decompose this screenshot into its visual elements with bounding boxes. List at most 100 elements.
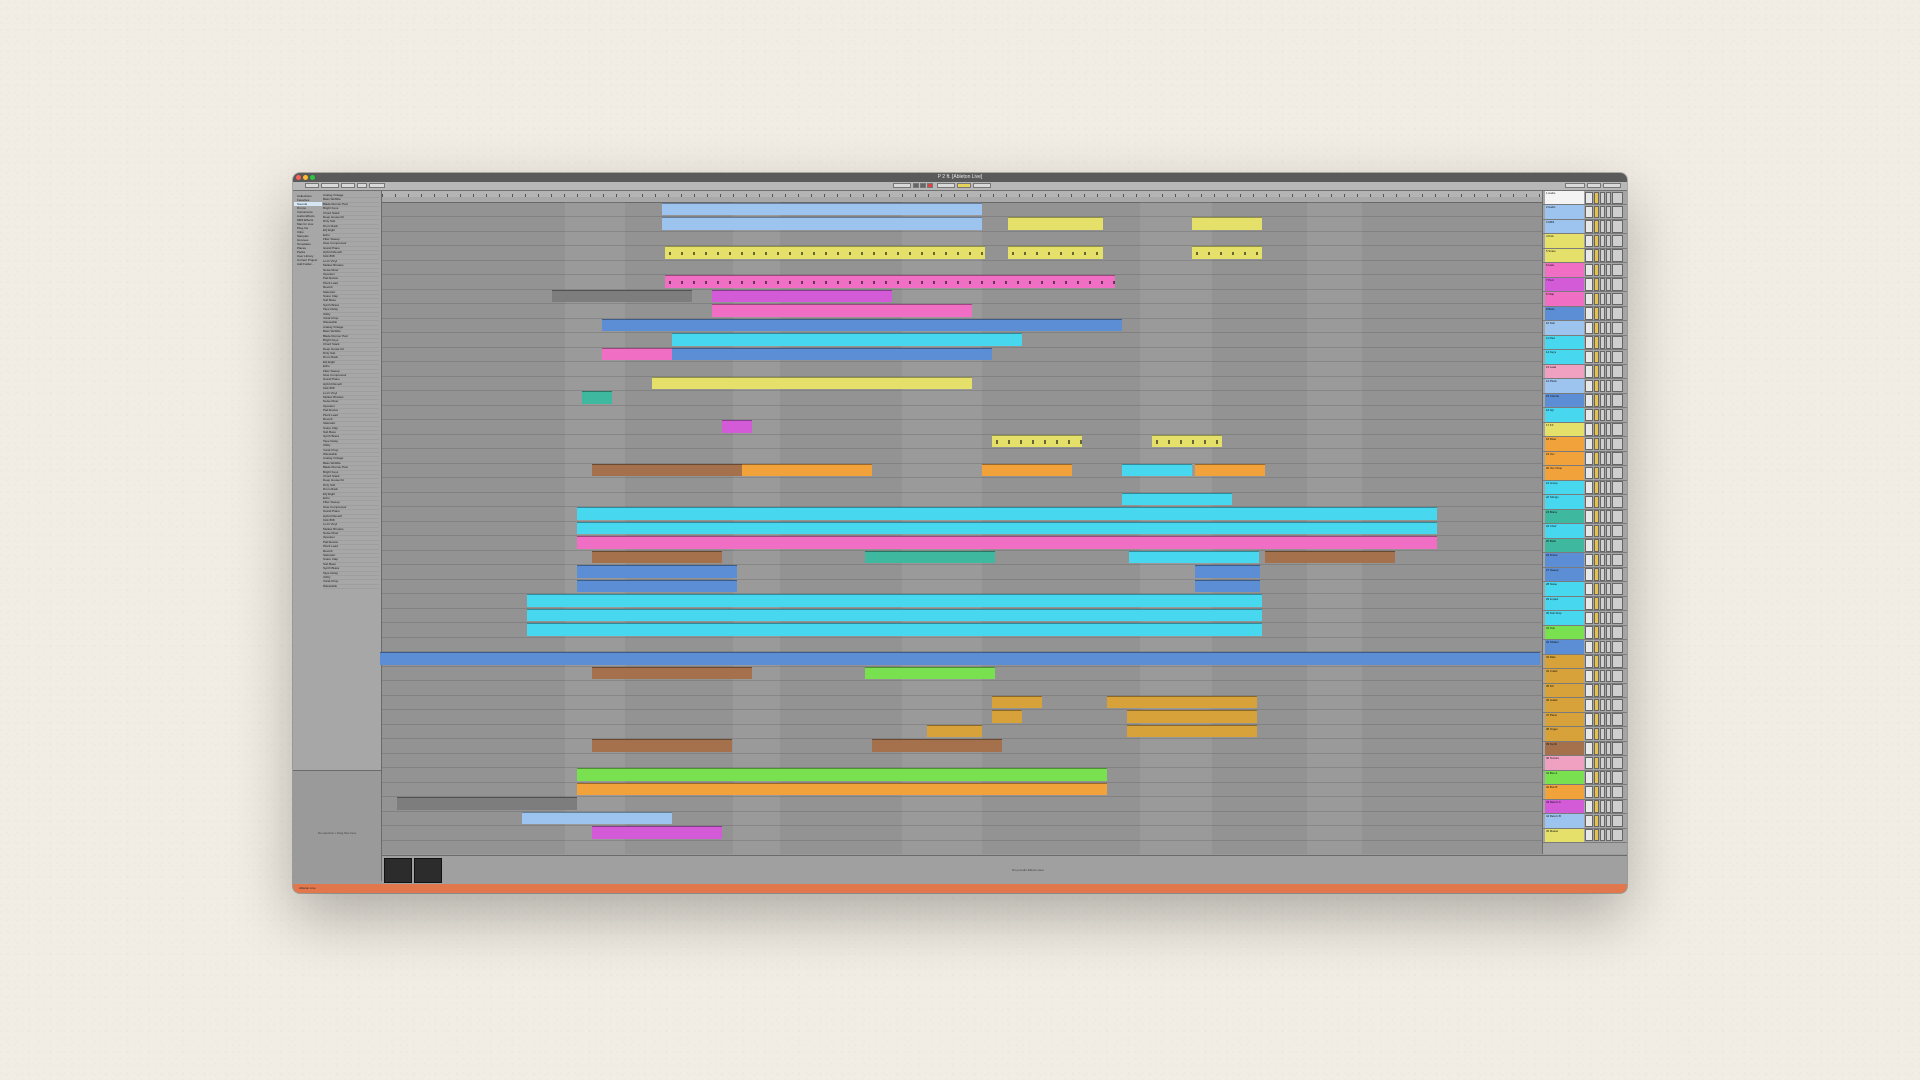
track-name[interactable]: 18 Riser xyxy=(1545,437,1584,451)
arm-button[interactable] xyxy=(1606,742,1611,755)
track-volume[interactable] xyxy=(1585,698,1593,712)
track-header[interactable]: 14 Pluck xyxy=(1543,379,1627,394)
track-activator-button[interactable] xyxy=(1594,611,1599,625)
solo-button[interactable] xyxy=(1600,350,1605,364)
track-activator-button[interactable] xyxy=(1594,220,1599,233)
arm-button[interactable] xyxy=(1606,495,1611,509)
arrangement-clip[interactable] xyxy=(665,246,985,259)
track-header[interactable]: 2 Audio xyxy=(1543,205,1627,220)
track-header[interactable]: 6 Hats xyxy=(1543,263,1627,278)
input-routing[interactable] xyxy=(1612,481,1623,494)
solo-button[interactable] xyxy=(1600,698,1605,712)
input-routing[interactable] xyxy=(1612,800,1623,813)
arrangement-clip[interactable] xyxy=(992,434,1082,448)
input-routing[interactable] xyxy=(1612,292,1623,306)
track-name[interactable]: 33 Ride xyxy=(1545,654,1584,669)
arrangement-clip[interactable] xyxy=(927,724,982,738)
solo-button[interactable] xyxy=(1600,394,1605,407)
solo-button[interactable] xyxy=(1600,307,1605,320)
track-volume[interactable] xyxy=(1585,626,1593,639)
loop-length-field[interactable] xyxy=(973,183,991,188)
arm-button[interactable] xyxy=(1606,684,1611,697)
track-volume[interactable] xyxy=(1585,771,1593,784)
track-name[interactable]: 15 Chords xyxy=(1545,393,1584,408)
solo-button[interactable] xyxy=(1600,626,1605,639)
arrangement-clip[interactable] xyxy=(577,782,1107,796)
track-header[interactable]: 45 Master xyxy=(1543,828,1627,843)
track-activator-button[interactable] xyxy=(1594,452,1599,465)
arrangement-clip[interactable] xyxy=(1122,492,1232,506)
solo-button[interactable] xyxy=(1600,466,1605,480)
arrangement-clip[interactable] xyxy=(1192,217,1262,230)
input-routing[interactable] xyxy=(1612,350,1623,364)
track-volume[interactable] xyxy=(1585,307,1593,320)
arm-button[interactable] xyxy=(1606,379,1611,393)
solo-button[interactable] xyxy=(1600,495,1605,509)
track-name[interactable]: 31 Tom xyxy=(1545,625,1584,640)
arrangement-clip[interactable] xyxy=(1107,695,1257,709)
arrangement-clip[interactable] xyxy=(672,333,1022,346)
arm-button[interactable] xyxy=(1606,249,1611,262)
arm-button[interactable] xyxy=(1606,205,1611,219)
arm-button[interactable] xyxy=(1606,263,1611,277)
arm-button[interactable] xyxy=(1606,191,1611,204)
arrangement-clip[interactable] xyxy=(1129,550,1259,564)
track-volume[interactable] xyxy=(1585,756,1593,770)
input-routing[interactable] xyxy=(1612,539,1623,552)
track-header[interactable]: 5 Snare xyxy=(1543,248,1627,264)
arrangement-clip[interactable] xyxy=(1127,710,1257,723)
record-button[interactable] xyxy=(927,183,933,188)
arm-button[interactable] xyxy=(1606,756,1611,770)
track-name[interactable]: 5 Snare xyxy=(1545,248,1584,263)
arm-button[interactable] xyxy=(1606,365,1611,378)
track-volume[interactable] xyxy=(1585,713,1593,726)
input-routing[interactable] xyxy=(1612,597,1623,610)
track-activator-button[interactable] xyxy=(1594,539,1599,552)
track-header[interactable]: 39 Synth xyxy=(1543,741,1627,757)
track-volume[interactable] xyxy=(1585,800,1593,813)
solo-button[interactable] xyxy=(1600,278,1605,291)
track-header[interactable]: 13 Lead xyxy=(1543,364,1627,380)
track-volume[interactable] xyxy=(1585,191,1593,204)
track-volume[interactable] xyxy=(1585,582,1593,596)
track-name[interactable]: 42 Bus B xyxy=(1545,785,1584,799)
track-volume[interactable] xyxy=(1585,669,1593,683)
solo-button[interactable] xyxy=(1600,814,1605,827)
track-name[interactable]: 34 Crash xyxy=(1545,669,1584,683)
arm-button[interactable] xyxy=(1606,336,1611,349)
track-name[interactable]: 17 FX xyxy=(1545,422,1584,437)
close-icon[interactable] xyxy=(296,175,301,180)
track-volume[interactable] xyxy=(1585,234,1593,248)
track-name[interactable]: 2 Audio xyxy=(1545,205,1584,219)
track-header[interactable]: 15 Chords xyxy=(1543,393,1627,409)
input-routing[interactable] xyxy=(1612,756,1623,770)
solo-button[interactable] xyxy=(1600,655,1605,668)
input-routing[interactable] xyxy=(1612,466,1623,480)
arrangement-clip[interactable] xyxy=(712,289,892,303)
track-name[interactable]: 19 Vox xyxy=(1545,451,1584,466)
arm-button[interactable] xyxy=(1606,394,1611,407)
track-volume[interactable] xyxy=(1585,684,1593,697)
track-header[interactable]: 27 Sweep xyxy=(1543,567,1627,583)
track-volume[interactable] xyxy=(1585,510,1593,523)
tap-button[interactable] xyxy=(305,183,319,188)
arm-button[interactable] xyxy=(1606,321,1611,335)
track-name[interactable]: 22 Strings xyxy=(1545,495,1584,509)
arrangement-clip[interactable] xyxy=(872,739,1002,752)
input-routing[interactable] xyxy=(1612,785,1623,799)
arm-button[interactable] xyxy=(1606,814,1611,827)
input-routing[interactable] xyxy=(1612,408,1623,422)
arrangement-clip[interactable] xyxy=(592,826,722,839)
track-activator-button[interactable] xyxy=(1594,249,1599,262)
track-activator-button[interactable] xyxy=(1594,597,1599,610)
solo-button[interactable] xyxy=(1600,481,1605,494)
track-header[interactable]: 28 Noise xyxy=(1543,582,1627,597)
input-routing[interactable] xyxy=(1612,684,1623,697)
track-name[interactable]: 4 Kick xyxy=(1545,234,1584,248)
solo-button[interactable] xyxy=(1600,263,1605,277)
solo-button[interactable] xyxy=(1600,539,1605,552)
track-volume[interactable] xyxy=(1585,379,1593,393)
track-activator-button[interactable] xyxy=(1594,379,1599,393)
arm-button[interactable] xyxy=(1606,452,1611,465)
arrangement-clip[interactable] xyxy=(592,550,722,564)
